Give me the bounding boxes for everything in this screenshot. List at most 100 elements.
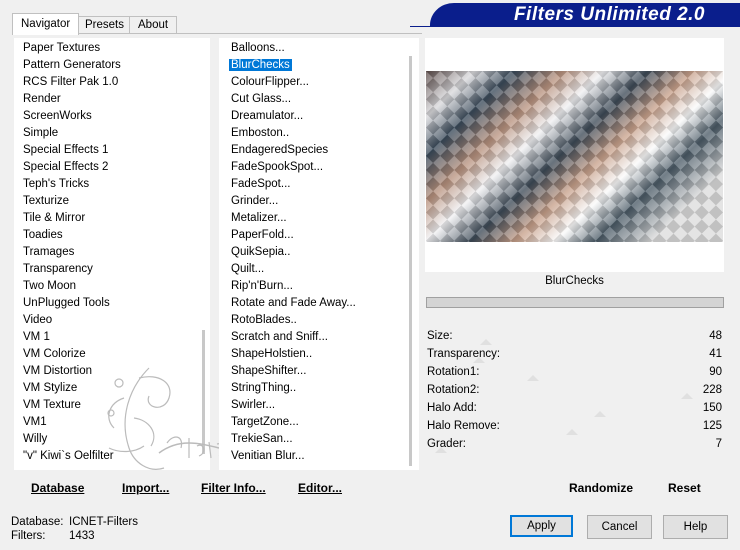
filter-info-button[interactable]: Filter Info... [201, 481, 266, 495]
slider-thumb[interactable] [480, 339, 492, 345]
category-item-label: Teph's Tricks [23, 178, 90, 190]
editor-button[interactable]: Editor... [298, 481, 342, 495]
filter-item-label: Emboston.. [231, 127, 290, 139]
database-button[interactable]: Database [31, 481, 84, 495]
category-item[interactable]: Transparency [21, 261, 123, 278]
param-row[interactable]: Halo Add: 150 [427, 400, 723, 418]
category-item[interactable]: Texturize [21, 193, 123, 210]
category-item[interactable]: Special Effects 1 [21, 142, 123, 159]
category-item[interactable]: Tile & Mirror [21, 210, 123, 227]
filter-item[interactable]: Cut Glass... [229, 91, 358, 108]
param-row[interactable]: Grader: 7 [427, 436, 723, 454]
help-button[interactable]: Help [663, 515, 728, 539]
filter-item-label: StringThing.. [231, 382, 297, 394]
category-item[interactable]: ScreenWorks [21, 108, 123, 125]
filter-item-label: Rotate and Fade Away... [231, 297, 356, 309]
filter-item[interactable]: ShapeShifter... [229, 363, 358, 380]
filter-item[interactable]: StringThing.. [229, 380, 358, 397]
category-item[interactable]: Video [21, 312, 123, 329]
slider-thumb[interactable] [435, 447, 447, 453]
category-item[interactable]: RCS Filter Pak 1.0 [21, 74, 123, 91]
randomize-button[interactable]: Randomize [569, 481, 633, 495]
slider-thumb[interactable] [681, 393, 693, 399]
filter-item[interactable]: RotoBlades.. [229, 312, 358, 329]
param-label: Halo Remove: [427, 420, 500, 432]
category-item[interactable]: Simple [21, 125, 123, 142]
category-item-label: Transparency [23, 263, 93, 275]
filter-item[interactable]: BlurChecks [229, 57, 358, 74]
filter-item-label: Swirler... [231, 399, 276, 411]
category-item[interactable]: Pattern Generators [21, 57, 123, 74]
tab-navigator[interactable]: Navigator [12, 13, 80, 35]
filter-item[interactable]: Scratch and Sniff... [229, 329, 358, 346]
filter-item[interactable]: Swirler... [229, 397, 358, 414]
filter-item[interactable]: Metalizer... [229, 210, 358, 227]
slider-thumb[interactable] [473, 357, 485, 363]
param-row[interactable]: Rotation1: 90 [427, 364, 723, 382]
category-item-label: VM Colorize [23, 348, 86, 360]
filter-item[interactable]: Venitian Blur... [229, 448, 358, 465]
param-row[interactable]: Transparency: 41 [427, 346, 723, 364]
watermark-image [107, 367, 225, 470]
param-value: 48 [709, 330, 722, 342]
category-item[interactable]: Toadies [21, 227, 123, 244]
category-item[interactable]: Teph's Tricks [21, 176, 123, 193]
database-value: ICNET-Filters [69, 516, 138, 528]
import-button[interactable]: Import... [122, 481, 169, 495]
filter-item[interactable]: PaperFold... [229, 227, 358, 244]
filter-item[interactable]: Quilt... [229, 261, 358, 278]
tab-about[interactable]: About [129, 16, 178, 34]
apply-button[interactable]: Apply [510, 515, 573, 537]
param-row[interactable]: Halo Remove: 125 [427, 418, 723, 436]
filter-item[interactable]: Rotate and Fade Away... [229, 295, 358, 312]
category-item[interactable]: VM 1 [21, 329, 123, 346]
filter-item[interactable]: Balloons... [229, 40, 358, 57]
filter-item[interactable]: FadeSpot... [229, 176, 358, 193]
param-row[interactable]: Size: 48 [427, 328, 723, 346]
category-item[interactable]: Paper Textures [21, 40, 123, 57]
filter-item-label: FadeSpot... [231, 178, 291, 190]
filter-item[interactable]: ShapeHolstien.. [229, 346, 358, 363]
filter-item[interactable]: TargetZone... [229, 414, 358, 431]
progress-bar [426, 297, 724, 308]
slider-thumb[interactable] [566, 429, 578, 435]
filter-item[interactable]: QuikSepia.. [229, 244, 358, 261]
filter-list[interactable]: Balloons... BlurChecks ColourFlipper... Cut… [229, 40, 358, 465]
category-item-label: Special Effects 1 [23, 144, 109, 156]
filter-item[interactable]: ColourFlipper... [229, 74, 358, 91]
slider-thumb[interactable] [527, 375, 539, 381]
filter-list-panel[interactable]: Balloons... BlurChecks ColourFlipper... Cut… [219, 38, 419, 470]
filter-item-label: Rip'n'Burn... [231, 280, 293, 292]
filter-scrollbar[interactable] [409, 56, 412, 466]
category-item-label: Video [23, 314, 53, 326]
filter-item[interactable]: Dreamulator... [229, 108, 358, 125]
param-row[interactable]: Rotation2: 228 [427, 382, 723, 400]
filter-item[interactable]: Grinder... [229, 193, 358, 210]
filter-item[interactable]: Emboston.. [229, 125, 358, 142]
cancel-button[interactable]: Cancel [587, 515, 652, 539]
category-item-label: VM Texture [23, 399, 81, 411]
category-item[interactable]: Two Moon [21, 278, 123, 295]
tab-presets[interactable]: Presets [76, 16, 133, 34]
filter-item[interactable]: Rip'n'Burn... [229, 278, 358, 295]
category-item[interactable]: Render [21, 91, 123, 108]
category-item[interactable]: Tramages [21, 244, 123, 261]
database-label: Database: [11, 516, 64, 528]
category-item[interactable]: Special Effects 2 [21, 159, 123, 176]
banner-title: Filters Unlimited 2.0 [513, 4, 705, 25]
reset-button[interactable]: Reset [668, 481, 701, 495]
banner-underline [410, 26, 740, 27]
filter-item-label: TargetZone... [231, 416, 299, 428]
param-value: 90 [709, 366, 722, 378]
param-value: 125 [702, 420, 722, 432]
param-value: 7 [715, 438, 722, 450]
filter-item[interactable]: TrekieSan... [229, 431, 358, 448]
filter-item[interactable]: FadeSpookSpot... [229, 159, 358, 176]
filter-item[interactable]: EndageredSpecies [229, 142, 358, 159]
category-item[interactable]: UnPlugged Tools [21, 295, 123, 312]
category-list-panel[interactable]: Paper Textures Pattern Generators RCS Filt… [14, 38, 225, 470]
slider-thumb[interactable] [594, 411, 606, 417]
filter-item-label: RotoBlades.. [231, 314, 297, 326]
filter-item-label: Quilt... [231, 263, 265, 275]
param-label: Rotation1: [427, 366, 480, 378]
